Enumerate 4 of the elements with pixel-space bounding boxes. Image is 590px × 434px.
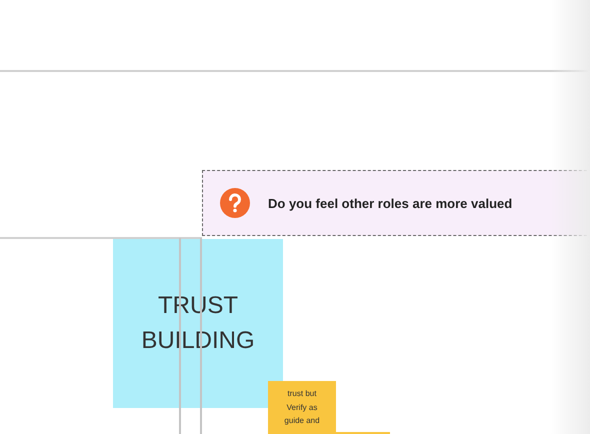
sticky-text: trust but Verify as guide and — [283, 388, 321, 428]
question-icon — [220, 188, 250, 218]
shape-text: TRUST BUILDING — [140, 290, 256, 356]
question-text: Do you feel other roles are more valued — [268, 196, 512, 210]
